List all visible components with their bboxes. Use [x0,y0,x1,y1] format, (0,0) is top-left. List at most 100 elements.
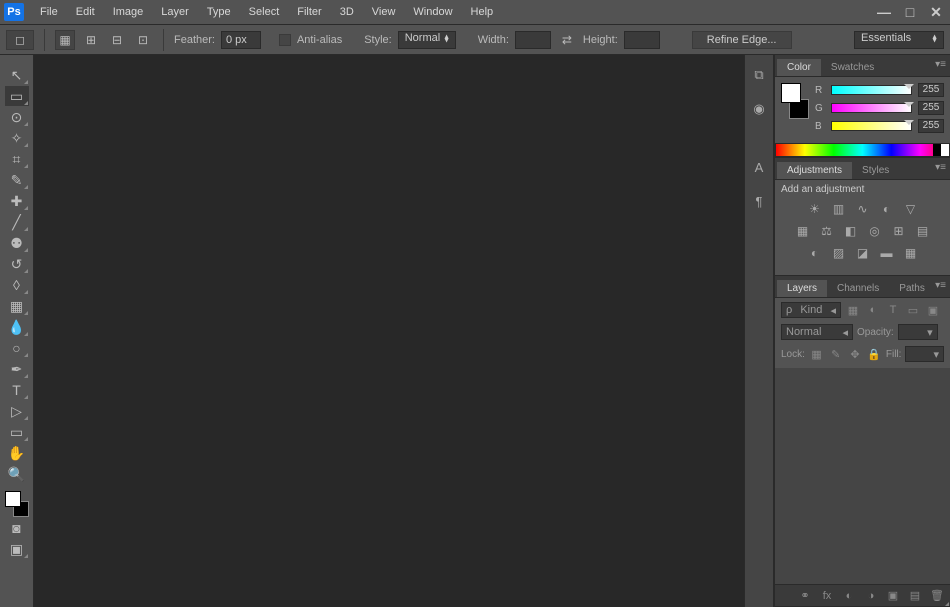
menu-select[interactable]: Select [241,2,288,22]
lock-transparent-icon[interactable]: ▦ [809,346,824,362]
menu-view[interactable]: View [364,2,404,22]
close-button[interactable]: ✕ [926,4,946,20]
new-group-icon[interactable]: ▣ [886,589,900,603]
move-tool[interactable]: ↖ [5,65,29,85]
clone-tool[interactable]: ⚉ [5,233,29,253]
tab-adjustments[interactable]: Adjustments [777,162,852,179]
menu-filter[interactable]: Filter [289,2,329,22]
brightness-icon[interactable]: ☀ [807,201,823,217]
color-panel-menu-icon[interactable]: ▾≡ [935,59,946,70]
hue-icon[interactable]: ▦ [795,223,811,239]
tab-swatches[interactable]: Swatches [821,59,884,76]
screenmode-tool[interactable]: ▣ [5,539,29,559]
link-layers-icon[interactable]: ⚭ [798,589,812,603]
lasso-tool[interactable]: ⊙ [5,107,29,127]
g-slider[interactable] [831,103,912,113]
foreground-color[interactable] [5,491,21,507]
adjustments-panel-menu-icon[interactable]: ▾≡ [935,162,946,173]
height-input[interactable] [624,31,660,49]
lock-pixels-icon[interactable]: ✎ [828,346,843,362]
blend-mode-select[interactable]: Normal◂ [781,324,853,340]
filter-shape-icon[interactable]: ▭ [905,302,921,318]
refine-edge-button[interactable]: Refine Edge... [692,31,792,49]
marquee-tool[interactable]: ▭ [5,86,29,106]
quickmask-tool[interactable]: ◙ [5,518,29,538]
blur-tool[interactable]: 💧 [5,317,29,337]
menu-file[interactable]: File [32,2,66,22]
filter-adjustment-icon[interactable]: ◐ [865,302,881,318]
canvas-area[interactable] [34,55,744,607]
lock-all-icon[interactable]: 🔒 [867,346,882,362]
color-lookup-icon[interactable]: ▤ [915,223,931,239]
wand-tool[interactable]: ✧ [5,128,29,148]
levels-icon[interactable]: ▥ [831,201,847,217]
type-tool[interactable]: T [5,380,29,400]
brush-tool[interactable]: ╱ [5,212,29,232]
menu-edit[interactable]: Edit [68,2,103,22]
photo-filter-icon[interactable]: ◎ [867,223,883,239]
fill-input[interactable]: ▾ [905,346,944,362]
layers-panel-menu-icon[interactable]: ▾≡ [935,280,946,291]
selection-add-icon[interactable]: ⊞ [81,30,101,50]
history-brush-tool[interactable]: ↺ [5,254,29,274]
menu-type[interactable]: Type [199,2,239,22]
tab-paths[interactable]: Paths [889,280,935,297]
menu-3d[interactable]: 3D [332,2,362,22]
zoom-tool[interactable]: 🔍 [5,464,29,484]
tool-preset-icon[interactable]: ◻ [6,30,34,50]
color-balance-icon[interactable]: ⚖ [819,223,835,239]
layers-list[interactable] [775,368,950,584]
history-panel-icon[interactable]: ⧉ [749,65,769,85]
b-slider[interactable] [831,121,912,131]
curves-icon[interactable]: ∿ [855,201,871,217]
exposure-icon[interactable]: ◐ [879,201,895,217]
swap-dimensions-icon[interactable]: ⇄ [557,30,577,50]
lock-position-icon[interactable]: ✥ [847,346,862,362]
crop-tool[interactable]: ⌗ [5,149,29,169]
vibrance-icon[interactable]: ▽ [903,201,919,217]
gradient-tool[interactable]: ▦ [5,296,29,316]
color-spectrum[interactable] [775,143,950,157]
menu-window[interactable]: Window [405,2,460,22]
eyedropper-tool[interactable]: ✎ [5,170,29,190]
properties-panel-icon[interactable]: ◉ [749,99,769,119]
bw-icon[interactable]: ◧ [843,223,859,239]
filter-pixel-icon[interactable]: ▦ [845,302,861,318]
b-value[interactable]: 255 [918,119,944,133]
filter-type-icon[interactable]: T [885,302,901,318]
antialias-checkbox[interactable] [279,34,291,46]
menu-layer[interactable]: Layer [153,2,197,22]
gradient-map-icon[interactable]: ▬ [879,245,895,261]
tab-styles[interactable]: Styles [852,162,899,179]
g-value[interactable]: 255 [918,101,944,115]
channel-mixer-icon[interactable]: ⊞ [891,223,907,239]
character-panel-icon[interactable]: A [749,157,769,177]
tab-channels[interactable]: Channels [827,280,889,297]
selection-new-icon[interactable]: ▦ [55,30,75,50]
r-slider[interactable] [831,85,912,95]
dodge-tool[interactable]: ○ [5,338,29,358]
menu-help[interactable]: Help [463,2,502,22]
opacity-input[interactable]: ▾ [898,324,938,340]
invert-icon[interactable]: ◐ [807,245,823,261]
eraser-tool[interactable]: ◊ [5,275,29,295]
workspace-select[interactable]: Essentials [854,31,944,49]
path-select-tool[interactable]: ▷ [5,401,29,421]
width-input[interactable] [515,31,551,49]
tab-color[interactable]: Color [777,59,821,76]
rectangle-tool[interactable]: ▭ [5,422,29,442]
foreground-background-colors[interactable] [5,491,29,517]
hand-tool[interactable]: ✋ [5,443,29,463]
tab-layers[interactable]: Layers [777,280,827,297]
maximize-button[interactable]: □ [900,4,920,20]
r-value[interactable]: 255 [918,83,944,97]
spot-heal-tool[interactable]: ✚ [5,191,29,211]
filter-smart-icon[interactable]: ▣ [925,302,941,318]
minimize-button[interactable]: — [874,4,894,20]
delete-layer-icon[interactable]: 🗑 [930,589,944,603]
selection-subtract-icon[interactable]: ⊟ [107,30,127,50]
menu-image[interactable]: Image [105,2,152,22]
posterize-icon[interactable]: ▨ [831,245,847,261]
new-layer-icon[interactable]: ▤ [908,589,922,603]
paragraph-panel-icon[interactable]: ¶ [749,191,769,211]
